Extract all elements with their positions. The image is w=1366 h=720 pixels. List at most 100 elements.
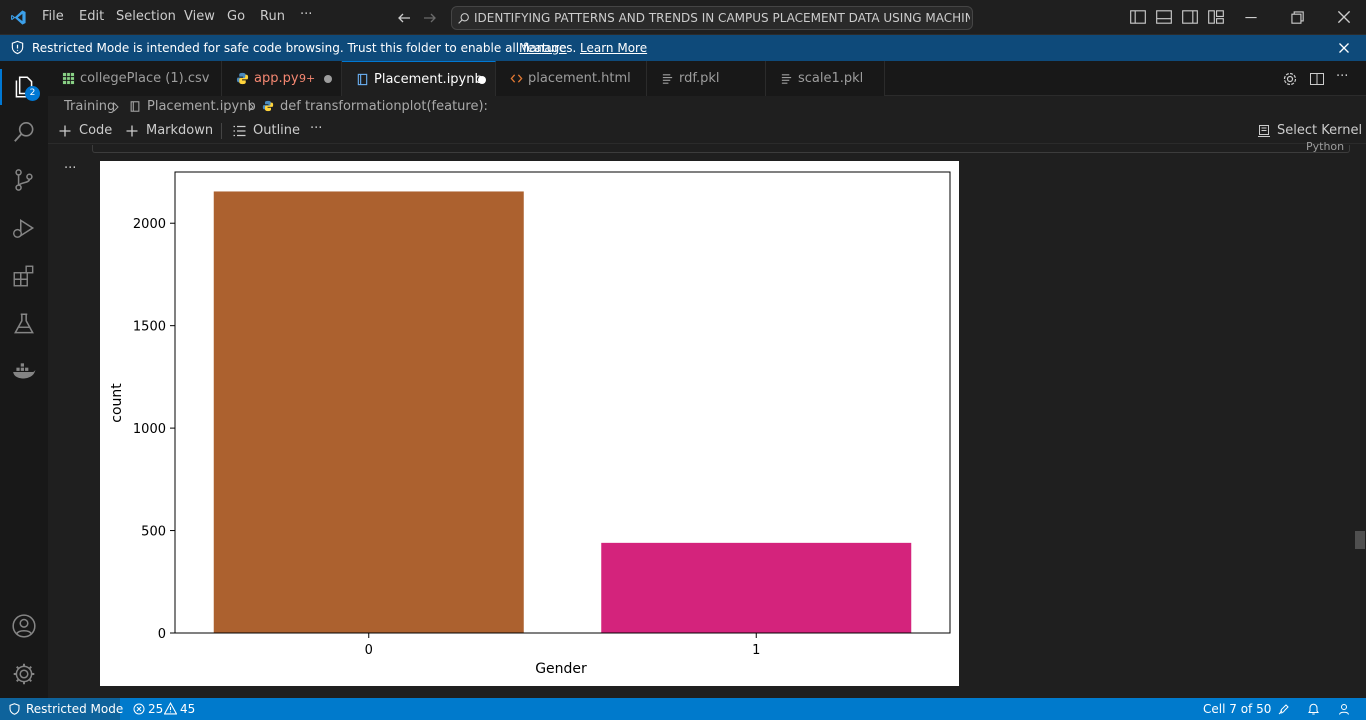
file-lines-icon (781, 74, 792, 84)
tab-label: app.py (254, 71, 299, 86)
tab-rdf-pkl[interactable]: rdf.pkl (647, 61, 766, 96)
vscode-logo-icon (11, 10, 26, 25)
breadcrumb-symbol[interactable]: def transformationplot(feature): (280, 99, 488, 114)
toolbar-divider (221, 123, 222, 139)
menu-run[interactable]: Run (260, 9, 285, 24)
tab-label: collegePlace (1).csv (80, 71, 210, 86)
notebook-icon (357, 73, 368, 86)
warning-count[interactable]: 45 (180, 702, 195, 716)
scrollbar-thumb[interactable] (1355, 531, 1365, 549)
y-tick-label: 0 (158, 627, 166, 642)
customize-layout-icon[interactable] (1207, 8, 1225, 26)
settings-gear-icon[interactable] (11, 661, 37, 687)
tab-label: rdf.pkl (679, 71, 720, 86)
notebook-settings-icon[interactable] (1282, 71, 1298, 87)
y-axis: 0 500 1000 1500 2000 (133, 217, 175, 642)
source-control-icon[interactable] (11, 167, 37, 193)
warning-icon[interactable] (164, 702, 177, 715)
notebook-toolbar: Code Markdown Outline ··· Select Kernel (48, 118, 1366, 144)
shield-icon (9, 703, 20, 715)
count-bar-chart: 0500100015002000 01 Gender count (109, 171, 951, 677)
y-tick-label: 500 (141, 525, 166, 540)
cell-output: 0 500 1000 1500 2000 01 Gender count (100, 161, 959, 686)
y-tick-label: 1500 (133, 320, 166, 335)
dirty-indicator[interactable] (478, 76, 486, 84)
python-icon (236, 72, 249, 85)
banner-learn-more-link[interactable]: Learn More (580, 41, 647, 55)
notebook-icon (130, 101, 140, 112)
dirty-indicator[interactable] (324, 75, 332, 83)
breadcrumb-folder[interactable]: Training (64, 99, 115, 114)
search-icon[interactable] (11, 119, 37, 145)
split-editor-icon[interactable] (1309, 71, 1325, 87)
command-center[interactable]: IDENTIFYING PATTERNS AND TRENDS IN CAMPU… (451, 6, 973, 30)
testing-icon[interactable] (11, 311, 37, 337)
tab-scale1-pkl[interactable]: scale1.pkl (766, 61, 885, 96)
output-more-button[interactable]: ··· (64, 161, 76, 176)
x-tick-label: 0 (365, 643, 373, 658)
menu-file[interactable]: File (42, 9, 64, 24)
error-count[interactable]: 25 (148, 702, 163, 716)
toolbar-more-button[interactable]: ··· (310, 121, 322, 136)
more-actions-icon[interactable]: ··· (1336, 69, 1348, 84)
error-icon[interactable] (133, 703, 145, 715)
y-tick-label: 1000 (133, 422, 166, 437)
restore-icon[interactable] (1288, 8, 1306, 26)
outline-button[interactable]: Outline (253, 123, 300, 138)
accounts-icon[interactable] (11, 613, 37, 639)
shield-icon (11, 40, 24, 55)
menu-more[interactable]: ··· (300, 7, 312, 22)
previous-cell-bottom (92, 145, 1350, 153)
banner-message: Restricted Mode is intended for safe cod… (32, 41, 577, 55)
run-debug-icon[interactable] (11, 215, 37, 241)
x-tick-label: 1 (752, 643, 760, 658)
toggle-primary-sidebar-icon[interactable] (1129, 8, 1147, 26)
list-icon (233, 125, 246, 137)
restricted-mode-label[interactable]: Restricted Mode (26, 702, 123, 716)
cell-position[interactable]: Cell 7 of 50 (1203, 702, 1271, 716)
tab-app-py[interactable]: app.py 9+ (222, 61, 342, 96)
feedback-icon[interactable] (1277, 702, 1291, 716)
toggle-panel-icon[interactable] (1155, 8, 1173, 26)
chevron-right-icon (248, 102, 254, 112)
problems-badge: 9+ (299, 72, 316, 85)
chevron-right-icon (113, 102, 119, 112)
forward-arrow-icon[interactable] (422, 10, 438, 26)
menu-go[interactable]: Go (227, 9, 245, 24)
back-arrow-icon[interactable] (396, 10, 412, 26)
editor-tabs: collegePlace (1).csv app.py 9+ Placement… (48, 61, 1366, 96)
bar-1 (601, 542, 912, 633)
bell-icon[interactable] (1307, 702, 1320, 716)
close-banner-icon[interactable] (1338, 42, 1350, 54)
add-markdown-cell-button[interactable]: Markdown (146, 123, 213, 138)
accounts-sync-icon[interactable] (1337, 702, 1351, 716)
plus-icon (126, 125, 138, 137)
bar-0 (213, 191, 524, 633)
tab-label: Placement.ipynb (374, 72, 483, 87)
plus-icon (59, 125, 71, 137)
tab-placement-ipynb[interactable]: Placement.ipynb (342, 61, 496, 96)
tab-placement-html[interactable]: placement.html (496, 61, 647, 96)
menu-view[interactable]: View (184, 9, 215, 24)
banner-manage-link[interactable]: Manage (519, 41, 567, 55)
select-kernel-button[interactable]: Select Kernel (1277, 123, 1362, 138)
minimize-icon[interactable] (1242, 8, 1260, 26)
notebook-editor: Python ··· 0 500 1000 1500 2000 01 Gender co… (48, 140, 1366, 698)
menu-selection[interactable]: Selection (116, 9, 176, 24)
breadcrumb-file[interactable]: Placement.ipynb (147, 99, 256, 114)
html-icon (510, 74, 523, 83)
toggle-secondary-sidebar-icon[interactable] (1181, 8, 1199, 26)
python-icon (262, 100, 274, 112)
extensions-icon[interactable] (11, 263, 37, 289)
tab-collegeplace-csv[interactable]: collegePlace (1).csv (48, 61, 222, 96)
menu-edit[interactable]: Edit (79, 9, 104, 24)
add-code-cell-button[interactable]: Code (79, 123, 112, 138)
csv-icon (62, 72, 75, 85)
cell-language-label[interactable]: Python (1306, 140, 1344, 153)
tab-label: placement.html (528, 71, 631, 86)
tab-label: scale1.pkl (798, 71, 864, 86)
breadcrumb: Training Placement.ipynb def transformat… (48, 96, 1366, 118)
docker-icon[interactable] (11, 359, 37, 385)
close-window-icon[interactable] (1335, 8, 1353, 26)
file-lines-icon (662, 74, 673, 84)
